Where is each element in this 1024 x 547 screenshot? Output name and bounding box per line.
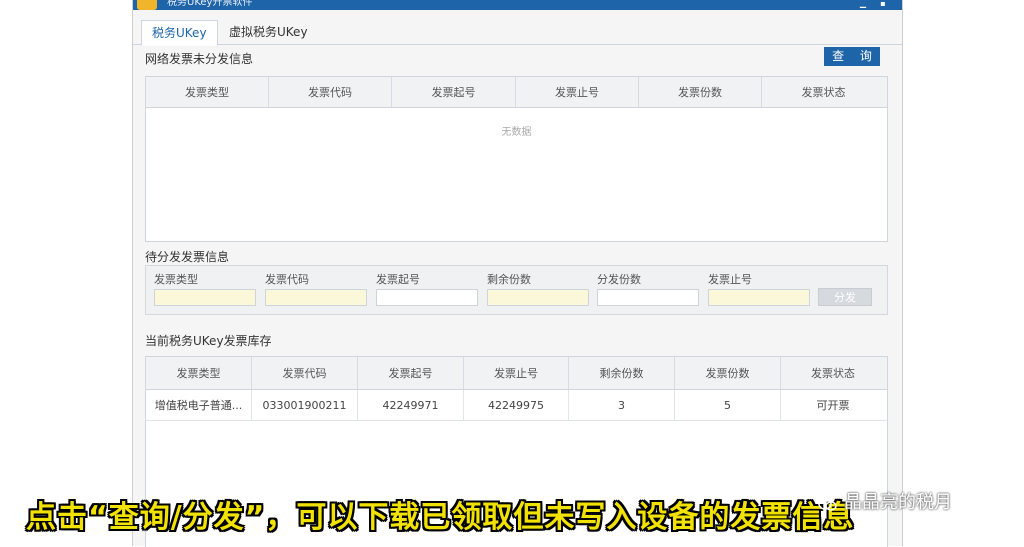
- col-header[interactable]: 发票类型: [146, 357, 252, 389]
- pending-title: 待分发发票信息: [145, 250, 230, 264]
- close-icon[interactable]: ▪: [878, 0, 888, 8]
- invoice-end-field[interactable]: [708, 289, 810, 306]
- empty-message: 无数据: [501, 127, 532, 138]
- col-header[interactable]: 发票止号: [464, 357, 569, 389]
- col-header[interactable]: 发票状态: [781, 357, 885, 389]
- tab-virtual-ukey[interactable]: 虚拟税务UKey: [219, 20, 318, 44]
- app-logo-icon: [137, 0, 157, 10]
- undistributed-table-header: 发票类型 发票代码 发票起号 发票止号 发票份数 发票状态: [146, 77, 887, 108]
- col-header[interactable]: 发票起号: [358, 357, 464, 389]
- distribute-button[interactable]: 分发: [818, 288, 872, 306]
- subtitle-caption: 点击“查询/分发”，可以下载已领取但未写入设备的发票信息: [26, 500, 855, 535]
- field-label-code: 发票代码: [265, 273, 309, 286]
- col-header[interactable]: 发票止号: [516, 77, 639, 107]
- distribute-count-field[interactable]: [597, 289, 699, 306]
- col-header[interactable]: 发票份数: [675, 357, 781, 389]
- minimize-icon[interactable]: ▁: [858, 0, 868, 8]
- col-header[interactable]: 发票起号: [392, 77, 516, 107]
- cell-status: 可开票: [816, 399, 850, 412]
- inventory-table-header: 发票类型 发票代码 发票起号 发票止号 剩余份数 发票份数 发票状态: [146, 357, 887, 390]
- invoice-start-field[interactable]: [376, 289, 478, 306]
- table-row[interactable]: 增值税电子普通... 033001900211 42249971 4224997…: [146, 390, 887, 421]
- invoice-code-field[interactable]: [265, 289, 367, 306]
- field-label-type: 发票类型: [154, 273, 198, 286]
- undistributed-table: 发票类型 发票代码 发票起号 发票止号 发票份数 发票状态 无数据: [145, 76, 888, 242]
- cell-start: 42249971: [358, 390, 464, 420]
- watermark: 晶晶亮的税月: [818, 488, 952, 514]
- field-label-start: 发票起号: [376, 273, 420, 286]
- cell-count: 5: [675, 390, 781, 420]
- col-header[interactable]: 发票类型: [146, 77, 269, 107]
- col-header[interactable]: 剩余份数: [569, 357, 675, 389]
- col-header[interactable]: 发票代码: [252, 357, 358, 389]
- inventory-title: 当前税务UKey发票库存: [145, 334, 272, 348]
- col-header[interactable]: 发票状态: [762, 77, 885, 107]
- watermark-text: 晶晶亮的税月: [844, 492, 952, 513]
- pending-form: 发票类型 发票代码 发票起号 剩余份数 分发份数 发票止号 分发: [145, 265, 888, 315]
- field-label-remaining: 剩余份数: [487, 273, 531, 286]
- cell-type: 增值税电子普通...: [146, 390, 252, 420]
- cell-remaining: 3: [569, 390, 675, 420]
- undistributed-title: 网络发票未分发信息: [145, 52, 254, 66]
- col-header[interactable]: 发票代码: [269, 77, 392, 107]
- cell-end: 42249975: [464, 390, 569, 420]
- field-label-distribute-count: 分发份数: [597, 273, 641, 286]
- field-label-end: 发票止号: [708, 273, 752, 286]
- invoice-type-field[interactable]: [154, 289, 256, 306]
- window-title: 税务UKey开票软件: [167, 0, 253, 8]
- cell-code: 033001900211: [252, 390, 358, 420]
- title-bar: 税务UKey开票软件 ▁ ▪: [133, 0, 902, 10]
- tab-ukey[interactable]: 税务UKey: [141, 20, 218, 46]
- query-button[interactable]: 查 询: [824, 47, 880, 66]
- wechat-icon: [818, 496, 838, 511]
- tab-bar: 税务UKey 虚拟税务UKey: [133, 14, 902, 46]
- remaining-count-field[interactable]: [487, 289, 589, 306]
- app-window: 税务UKey开票软件 ▁ ▪ 税务UKey 虚拟税务UKey 网络发票未分发信息…: [132, 0, 903, 547]
- col-header[interactable]: 发票份数: [639, 77, 762, 107]
